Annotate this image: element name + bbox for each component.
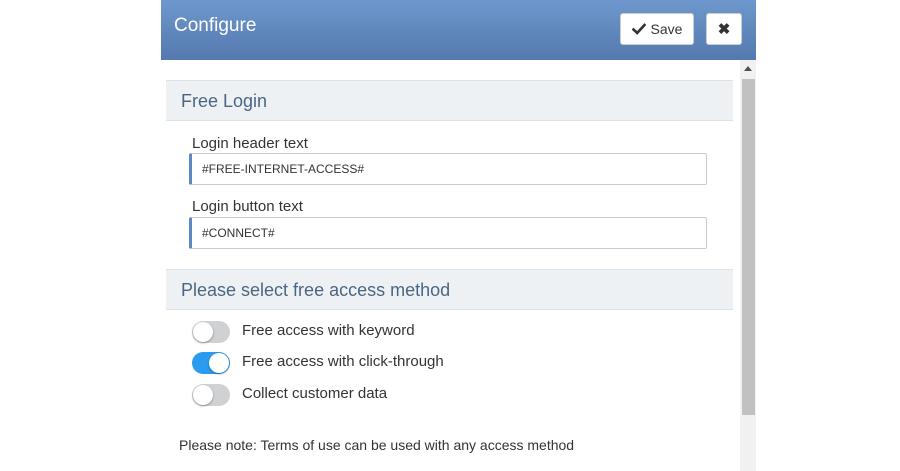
section-title-free-login: Free Login	[181, 91, 268, 111]
login-button-text-input[interactable]	[189, 217, 707, 249]
save-button-label: Save	[650, 21, 683, 37]
section-free-login: Free Login	[166, 80, 733, 121]
click-through-access-label: Free access with click-through	[242, 353, 444, 370]
collect-customer-data-label: Collect customer data	[242, 385, 388, 402]
toggle-row-click-through: Free access with click-through	[192, 352, 592, 374]
keyword-access-toggle[interactable]	[192, 321, 230, 343]
dialog-body[interactable]: Free Login Login header text Login butto…	[161, 60, 756, 471]
close-button[interactable]: ✖	[706, 13, 742, 45]
close-icon: ✖	[717, 21, 731, 38]
scrollbar-thumb[interactable]	[742, 79, 755, 415]
dialog-title: Configure	[174, 15, 257, 36]
click-through-access-toggle[interactable]	[192, 352, 230, 374]
section-title-access-method: Please select free access method	[181, 280, 451, 300]
toggle-row-customer-data: Collect customer data	[192, 384, 592, 406]
vertical-scrollbar[interactable]	[740, 60, 756, 471]
terms-note: Please note: Terms of use can be used wi…	[179, 437, 575, 453]
save-button[interactable]: Save	[620, 13, 694, 45]
dialog-header: Configure Save ✖	[161, 0, 756, 60]
configure-dialog: Configure Save ✖ Free Login Login header…	[161, 0, 756, 471]
keyword-access-label: Free access with keyword	[242, 322, 415, 339]
check-icon	[631, 23, 646, 35]
login-header-text-label: Login header text	[192, 135, 308, 152]
section-access-method: Please select free access method	[166, 269, 733, 310]
toggle-knob	[193, 322, 213, 342]
collect-customer-data-toggle[interactable]	[192, 384, 230, 406]
toggle-row-keyword: Free access with keyword	[192, 321, 592, 343]
scroll-up-arrow-icon[interactable]	[744, 66, 752, 71]
login-button-text-label: Login button text	[192, 198, 303, 215]
toggle-knob	[209, 353, 229, 373]
login-header-text-input[interactable]	[189, 153, 707, 185]
toggle-knob	[193, 385, 213, 405]
